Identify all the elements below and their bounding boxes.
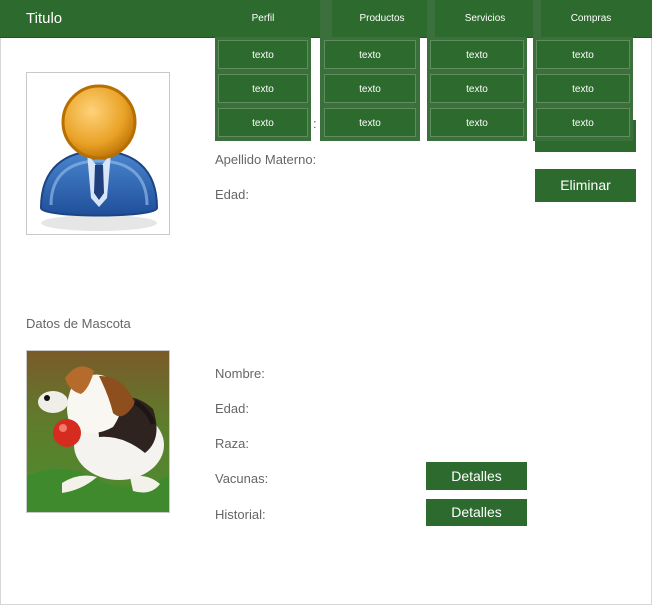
owner-avatar (26, 72, 170, 235)
menu-productos: Productos texto texto texto (320, 0, 432, 141)
menu-item-productos-1[interactable]: texto (324, 40, 416, 69)
menu-item-compras-3[interactable]: texto (536, 108, 630, 137)
menu-item-productos-3[interactable]: texto (324, 108, 416, 137)
pet-photo (26, 350, 170, 513)
menu-item-productos-2[interactable]: texto (324, 74, 416, 103)
vaccines-details-button-label: Detalles (451, 468, 502, 484)
pet-vacunas-label: Vacunas: (215, 471, 269, 486)
menu-item-compras-1[interactable]: texto (536, 40, 630, 69)
pet-raza-label: Raza: (215, 436, 249, 451)
tab-productos[interactable]: Productos (332, 0, 432, 37)
menu-item-compras-2[interactable]: texto (536, 74, 630, 103)
pet-historial-label: Historial: (215, 507, 266, 522)
menu-item-perfil-2[interactable]: texto (218, 74, 308, 103)
vaccines-details-button[interactable]: Detalles (426, 462, 527, 490)
owner-edad-label: Edad: (215, 187, 249, 202)
menu-servicios: Servicios texto texto texto (427, 0, 535, 141)
history-details-button[interactable]: Detalles (426, 499, 527, 526)
user-avatar-icon (39, 84, 159, 231)
apellido-paterno-label-fragment: : (313, 116, 317, 131)
tab-perfil[interactable]: Perfil (215, 0, 311, 37)
menu-item-servicios-2[interactable]: texto (430, 74, 524, 103)
menu-perfil: Perfil texto texto texto (215, 0, 311, 141)
delete-button-label: Eliminar (560, 177, 611, 193)
pet-nombre-label: Nombre: (215, 366, 265, 381)
pet-edad-label: Edad: (215, 401, 249, 416)
pet-section-title: Datos de Mascota (26, 316, 131, 331)
dog-photo-icon (27, 351, 169, 512)
menu-compras: Compras texto texto texto (533, 0, 641, 141)
app-title: Titulo (26, 10, 63, 27)
tab-compras[interactable]: Compras (541, 0, 641, 37)
apellido-materno-label: Apellido Materno: (215, 152, 317, 167)
menu-item-perfil-1[interactable]: texto (218, 40, 308, 69)
tab-servicios[interactable]: Servicios (435, 0, 535, 37)
delete-button[interactable]: Eliminar (535, 169, 636, 202)
menu-item-servicios-1[interactable]: texto (430, 40, 524, 69)
menu-item-servicios-3[interactable]: texto (430, 108, 524, 137)
menu-item-perfil-3[interactable]: texto (218, 108, 308, 137)
history-details-button-label: Detalles (451, 504, 502, 520)
